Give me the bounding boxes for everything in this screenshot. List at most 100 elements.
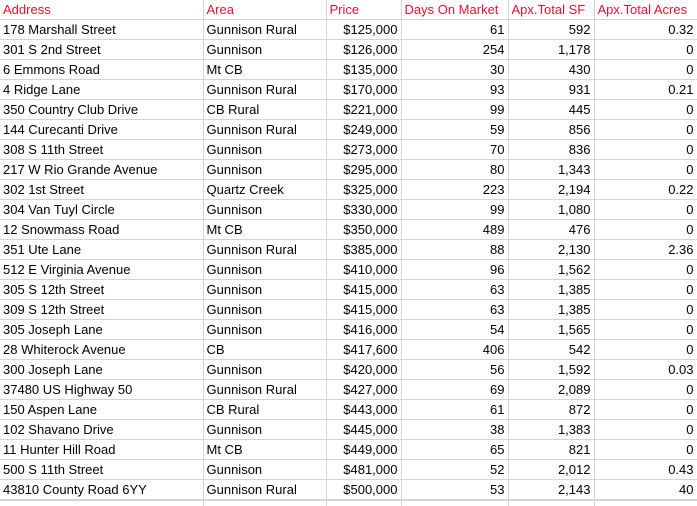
cell-days-on-market[interactable]: 38 bbox=[401, 419, 509, 440]
cell[interactable] bbox=[508, 501, 595, 506]
cell-apx-total-acres[interactable]: 2.36 bbox=[594, 239, 697, 260]
cell-area[interactable]: CB Rural bbox=[203, 99, 327, 120]
cell-apx-total-acres[interactable]: 0 bbox=[594, 299, 697, 320]
cell-apx-total-sf[interactable]: 1,565 bbox=[508, 319, 595, 340]
cell-days-on-market[interactable]: 489 bbox=[401, 219, 509, 240]
cell-days-on-market[interactable]: 88 bbox=[401, 239, 509, 260]
cell-days-on-market[interactable]: 70 bbox=[401, 139, 509, 160]
cell-address[interactable]: 512 E Virginia Avenue bbox=[0, 259, 204, 280]
cell-apx-total-sf[interactable]: 821 bbox=[508, 439, 595, 460]
cell-address[interactable]: 12 Snowmass Road bbox=[0, 219, 204, 240]
cell-address[interactable]: 28 Whiterock Avenue bbox=[0, 339, 204, 360]
cell-area[interactable]: Gunnison Rural bbox=[203, 119, 327, 140]
cell-address[interactable]: 217 W Rio Grande Avenue bbox=[0, 159, 204, 180]
cell-area[interactable]: CB bbox=[203, 339, 327, 360]
cell-price[interactable]: $410,000 bbox=[326, 259, 402, 280]
cell-apx-total-acres[interactable]: 0 bbox=[594, 419, 697, 440]
cell-price[interactable]: $500,000 bbox=[326, 479, 402, 500]
cell-area[interactable]: Gunnison Rural bbox=[203, 479, 327, 500]
cell-address[interactable]: 11 Hunter Hill Road bbox=[0, 439, 204, 460]
cell-area[interactable]: Gunnison bbox=[203, 419, 327, 440]
cell-price[interactable]: $420,000 bbox=[326, 359, 402, 380]
cell-area[interactable]: Mt CB bbox=[203, 439, 327, 460]
cell-apx-total-sf[interactable]: 2,089 bbox=[508, 379, 595, 400]
cell-area[interactable]: Gunnison bbox=[203, 259, 327, 280]
cell-area[interactable]: Mt CB bbox=[203, 59, 327, 80]
cell-days-on-market[interactable]: 69 bbox=[401, 379, 509, 400]
cell-price[interactable]: $325,000 bbox=[326, 179, 402, 200]
cell-apx-total-sf[interactable]: 2,143 bbox=[508, 479, 595, 500]
cell-price[interactable]: $449,000 bbox=[326, 439, 402, 460]
header-area[interactable]: Area bbox=[203, 0, 327, 20]
cell-days-on-market[interactable]: 30 bbox=[401, 59, 509, 80]
cell-area[interactable]: Gunnison bbox=[203, 459, 327, 480]
cell-apx-total-sf[interactable]: 856 bbox=[508, 119, 595, 140]
cell-price[interactable]: $330,000 bbox=[326, 199, 402, 220]
cell-area[interactable]: CB Rural bbox=[203, 399, 327, 420]
cell-apx-total-acres[interactable]: 0 bbox=[594, 279, 697, 300]
cell-price[interactable]: $417,600 bbox=[326, 339, 402, 360]
cell-price[interactable]: $350,000 bbox=[326, 219, 402, 240]
cell-days-on-market[interactable]: 80 bbox=[401, 159, 509, 180]
cell-address[interactable]: 309 S 12th Street bbox=[0, 299, 204, 320]
cell-area[interactable]: Gunnison Rural bbox=[203, 239, 327, 260]
cell-price[interactable]: $126,000 bbox=[326, 39, 402, 60]
cell-area[interactable]: Gunnison bbox=[203, 319, 327, 340]
cell-address[interactable]: 500 S 11th Street bbox=[0, 459, 204, 480]
cell-apx-total-sf[interactable]: 1,343 bbox=[508, 159, 595, 180]
cell-price[interactable]: $135,000 bbox=[326, 59, 402, 80]
cell-price[interactable]: $415,000 bbox=[326, 279, 402, 300]
cell-area[interactable]: Gunnison Rural bbox=[203, 79, 327, 100]
cell-address[interactable]: 178 Marshall Street bbox=[0, 19, 204, 40]
cell-apx-total-acres[interactable]: 0.43 bbox=[594, 459, 697, 480]
cell-address[interactable]: 102 Shavano Drive bbox=[0, 419, 204, 440]
cell-days-on-market[interactable]: 61 bbox=[401, 399, 509, 420]
cell-days-on-market[interactable]: 96 bbox=[401, 259, 509, 280]
cell-apx-total-acres[interactable]: 0 bbox=[594, 159, 697, 180]
cell-days-on-market[interactable]: 99 bbox=[401, 199, 509, 220]
cell-address[interactable]: 6 Emmons Road bbox=[0, 59, 204, 80]
cell-address[interactable]: 302 1st Street bbox=[0, 179, 204, 200]
cell-apx-total-sf[interactable]: 1,385 bbox=[508, 279, 595, 300]
cell-price[interactable]: $385,000 bbox=[326, 239, 402, 260]
cell-days-on-market[interactable]: 59 bbox=[401, 119, 509, 140]
cell-price[interactable]: $221,000 bbox=[326, 99, 402, 120]
cell-days-on-market[interactable]: 63 bbox=[401, 299, 509, 320]
cell-apx-total-sf[interactable]: 872 bbox=[508, 399, 595, 420]
cell-apx-total-acres[interactable]: 0 bbox=[594, 119, 697, 140]
cell-apx-total-sf[interactable]: 931 bbox=[508, 79, 595, 100]
cell-address[interactable]: 37480 US Highway 50 bbox=[0, 379, 204, 400]
cell-apx-total-sf[interactable]: 430 bbox=[508, 59, 595, 80]
cell-days-on-market[interactable]: 99 bbox=[401, 99, 509, 120]
cell-area[interactable]: Gunnison bbox=[203, 139, 327, 160]
cell-days-on-market[interactable]: 223 bbox=[401, 179, 509, 200]
cell-apx-total-sf[interactable]: 592 bbox=[508, 19, 595, 40]
cell-days-on-market[interactable]: 65 bbox=[401, 439, 509, 460]
cell-apx-total-acres[interactable]: 0 bbox=[594, 139, 697, 160]
cell-price[interactable]: $416,000 bbox=[326, 319, 402, 340]
cell-apx-total-acres[interactable]: 0 bbox=[594, 379, 697, 400]
cell[interactable] bbox=[401, 501, 509, 506]
cell-area[interactable]: Quartz Creek bbox=[203, 179, 327, 200]
cell-area[interactable]: Mt CB bbox=[203, 219, 327, 240]
cell-price[interactable]: $481,000 bbox=[326, 459, 402, 480]
cell-apx-total-sf[interactable]: 1,383 bbox=[508, 419, 595, 440]
cell-apx-total-acres[interactable]: 0.03 bbox=[594, 359, 697, 380]
cell-apx-total-acres[interactable]: 0.32 bbox=[594, 19, 697, 40]
header-apx-total-acres[interactable]: Apx.Total Acres bbox=[594, 0, 697, 20]
cell-days-on-market[interactable]: 52 bbox=[401, 459, 509, 480]
cell-apx-total-acres[interactable]: 0.22 bbox=[594, 179, 697, 200]
cell-days-on-market[interactable]: 406 bbox=[401, 339, 509, 360]
cell-apx-total-acres[interactable]: 0 bbox=[594, 399, 697, 420]
cell-area[interactable]: Gunnison bbox=[203, 159, 327, 180]
header-apx-total-sf[interactable]: Apx.Total SF bbox=[508, 0, 595, 20]
cell-apx-total-sf[interactable]: 476 bbox=[508, 219, 595, 240]
cell-area[interactable]: Gunnison bbox=[203, 359, 327, 380]
cell-price[interactable]: $273,000 bbox=[326, 139, 402, 160]
cell[interactable] bbox=[203, 501, 327, 506]
cell-address[interactable]: 350 Country Club Drive bbox=[0, 99, 204, 120]
cell-apx-total-sf[interactable]: 445 bbox=[508, 99, 595, 120]
cell[interactable] bbox=[326, 501, 402, 506]
cell-apx-total-sf[interactable]: 2,012 bbox=[508, 459, 595, 480]
cell-apx-total-acres[interactable]: 0 bbox=[594, 319, 697, 340]
